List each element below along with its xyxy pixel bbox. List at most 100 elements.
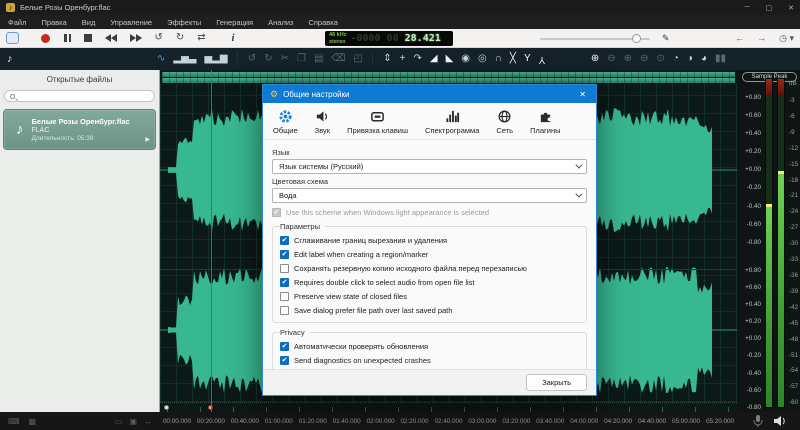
tool-icon[interactable]: ⌫	[331, 53, 345, 65]
tool-icon[interactable]: ↻	[264, 53, 272, 65]
checkbox-row[interactable]: ✔ Сохранять резервную копию исходного фа…	[280, 264, 579, 273]
tab-spectrogram[interactable]: Спектрограмма	[425, 109, 479, 135]
loop-icon[interactable]: ⇄	[197, 33, 205, 43]
color-scheme-select[interactable]: Вода	[272, 188, 587, 203]
loop-icon[interactable]: ↻	[176, 33, 184, 43]
record-button[interactable]	[41, 34, 50, 43]
tool-icon[interactable]: ❐	[297, 53, 306, 65]
checkbox-row[interactable]: ✔ Send diagnostics on unexpected crashes	[280, 356, 579, 365]
tool-icon[interactable]: │	[235, 53, 241, 65]
start-marker[interactable]	[164, 405, 169, 410]
status-icon[interactable]: ↔	[144, 417, 152, 426]
tool-icon[interactable]: ◎	[478, 53, 487, 65]
menu-item[interactable]: Справка	[308, 18, 337, 27]
checkbox[interactable]: ✔	[272, 208, 281, 217]
checkbox[interactable]: ✔	[280, 264, 289, 273]
tool-icon[interactable]: │	[370, 53, 376, 65]
checkbox-row[interactable]: ✔ Сглаживание границ вырезания и удалени…	[280, 236, 579, 245]
stop-button[interactable]	[84, 34, 92, 42]
dialog-close-icon[interactable]: ✕	[576, 90, 589, 99]
zoom-tool-icon[interactable]: ⊕	[591, 53, 599, 65]
tool-icon[interactable]: ◉	[461, 53, 470, 65]
menu-item[interactable]: Файл	[8, 18, 26, 27]
rewind-button[interactable]	[105, 34, 117, 42]
status-icon[interactable]: ▣	[129, 417, 137, 426]
checkbox-row[interactable]: ✔ Requires double click to select audio …	[280, 278, 579, 287]
pause-button[interactable]	[64, 34, 71, 42]
file-card[interactable]: ♪ Белые Розы Оренбург.flac FLAC Длительн…	[3, 109, 156, 150]
zoom-tool-icon[interactable]: ⊖	[640, 53, 648, 65]
tab-plugins[interactable]: Плагины	[530, 109, 560, 135]
checkbox[interactable]: ✔	[280, 306, 289, 315]
tool-icon[interactable]: ◰	[354, 53, 363, 65]
pen-icon[interactable]: ✎	[662, 33, 670, 44]
tool-icon[interactable]: ↺	[248, 53, 256, 65]
selection-tool-icon[interactable]	[6, 32, 19, 44]
zoom-tool-icon[interactable]: ▮▮	[715, 53, 726, 65]
checkbox-row[interactable]: ✔ Preserve view state of closed files	[280, 292, 579, 301]
overview-strip-left[interactable]	[162, 72, 735, 77]
tool-icon[interactable]: ▂▅▃	[173, 53, 196, 65]
zoom-tool-icon[interactable]: ⊕	[624, 53, 632, 65]
zoom-tool-icon[interactable]: ◑	[687, 53, 693, 65]
microphone-icon[interactable]	[751, 414, 765, 428]
scheme-checkbox-row[interactable]: ✔ Use this scheme when Windows light app…	[272, 208, 587, 217]
zoom-tool-icon[interactable]: ◔	[673, 53, 679, 65]
tool-icon[interactable]: +	[400, 53, 406, 65]
status-icon[interactable]: ⌨	[8, 417, 20, 426]
tool-icon[interactable]: ▅▂▆	[204, 53, 227, 65]
time-ruler[interactable]	[160, 402, 737, 412]
tab-general[interactable]: Общие	[273, 109, 298, 135]
tool-icon[interactable]: ↷	[413, 53, 421, 65]
forward-button[interactable]	[130, 34, 142, 42]
history-nav-icon[interactable]: →	[757, 33, 766, 43]
checkbox[interactable]: ✔	[280, 250, 289, 259]
close-button[interactable]: ✕	[788, 4, 794, 12]
close-dialog-button[interactable]: Закрыть	[526, 374, 587, 391]
maximize-button[interactable]: ▢	[766, 4, 773, 12]
tab-sound[interactable]: Звук	[315, 109, 330, 135]
checkbox[interactable]: ✔	[280, 236, 289, 245]
playhead-line[interactable]	[211, 70, 212, 412]
history-nav-icon[interactable]: ←	[735, 33, 744, 43]
menu-item[interactable]: Анализ	[268, 18, 293, 27]
menu-item[interactable]: Правка	[41, 18, 66, 27]
tool-icon[interactable]: ✂	[281, 53, 289, 65]
menu-item[interactable]: Эффекты	[167, 18, 201, 27]
speaker-icon[interactable]	[773, 414, 787, 428]
zoom-tool-icon[interactable]: ⊖	[607, 53, 615, 65]
tool-icon[interactable]: ∩	[495, 53, 502, 65]
tool-icon[interactable]: ◣	[446, 53, 454, 65]
tab-network[interactable]: Сеть	[496, 109, 513, 135]
checkbox[interactable]: ✔	[280, 342, 289, 351]
play-indicator-icon[interactable]: ▶	[145, 136, 150, 143]
tool-icon[interactable]: Y	[524, 53, 531, 65]
volume-slider-thumb[interactable]	[632, 34, 641, 43]
tab-key-bindings[interactable]: Привязка клавиш	[347, 109, 408, 135]
tool-icon[interactable]: ⇕	[383, 53, 391, 65]
dialog-title-bar[interactable]: ⚙ Общие настройки ✕	[263, 85, 596, 103]
checkbox[interactable]: ✔	[280, 292, 289, 301]
tool-icon[interactable]: ▤	[314, 53, 323, 65]
minimize-button[interactable]: ─	[745, 4, 750, 12]
overview-strip-right[interactable]	[162, 78, 735, 83]
search-input[interactable]	[4, 90, 155, 102]
history-nav-icon[interactable]: ◷ ▾	[779, 33, 794, 44]
status-icon[interactable]: ▦	[29, 417, 37, 426]
tool-icon[interactable]: Y	[539, 53, 546, 65]
zoom-tool-icon[interactable]: ◕	[701, 53, 707, 65]
status-icon[interactable]: ▭	[115, 417, 123, 426]
tool-icon[interactable]: ∿	[157, 53, 165, 65]
menu-item[interactable]: Вид	[82, 18, 96, 27]
zoom-tool-icon[interactable]: ⊙	[656, 53, 664, 65]
loop-icon[interactable]: ↺	[155, 33, 163, 43]
language-select[interactable]: Язык системы (Русский)	[272, 159, 587, 174]
checkbox[interactable]: ✔	[280, 356, 289, 365]
menu-item[interactable]: Управление	[110, 18, 152, 27]
checkbox-row[interactable]: ✔ Edit label when creating a region/mark…	[280, 250, 579, 259]
menu-item[interactable]: Генерация	[216, 18, 253, 27]
checkbox-row[interactable]: ✔ Автоматически проверять обновления	[280, 342, 579, 351]
tool-icon[interactable]: ◢	[430, 53, 438, 65]
checkbox[interactable]: ✔	[280, 278, 289, 287]
checkbox-row[interactable]: ✔ Save dialog prefer file path over last…	[280, 306, 579, 315]
